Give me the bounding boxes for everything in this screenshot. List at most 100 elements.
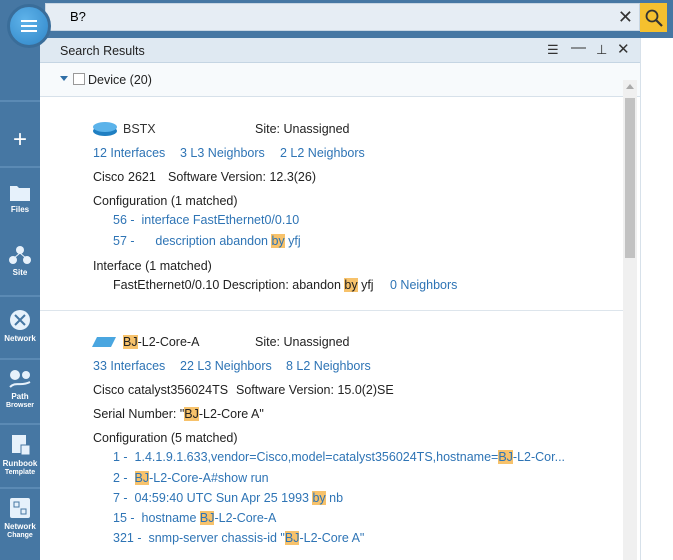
search-results-panel: Search Results ☰ — ⊥ ✕ Device (20) BSTX … (40, 38, 640, 560)
device-group-header[interactable]: Device (20) (40, 63, 640, 97)
interface-neighbors-link[interactable]: 0 Neighbors (390, 278, 457, 292)
sidebar-label: Network (4, 522, 36, 531)
line-number: 15 - (113, 511, 135, 525)
sidebar-label: Files (10, 205, 30, 214)
device-site: Site: Unassigned (255, 122, 350, 136)
search-box: ✕ (45, 3, 640, 31)
sidebar: + Files Site Network Path Browser Runboo… (0, 0, 40, 560)
switch-icon (92, 337, 116, 347)
search-input[interactable] (70, 9, 590, 24)
line-text: 04:59:40 UTC Sun Apr 25 1993 (134, 491, 313, 505)
line-number: 321 - (113, 531, 142, 545)
config-line[interactable]: 1 - 1.4.1.9.1.633,vendor=Cisco,model=cat… (113, 450, 565, 464)
close-panel-icon[interactable]: ✕ (617, 40, 630, 58)
line-number: 57 - (113, 234, 135, 248)
config-title: Configuration (5 matched) (93, 431, 238, 445)
scrollbar[interactable] (623, 80, 637, 560)
divider (0, 166, 40, 168)
config-line[interactable]: 57 - description abandon by yfj (113, 234, 301, 248)
router-icon (93, 122, 117, 136)
divider (0, 423, 40, 425)
sidebar-item-runbook-template[interactable]: Runbook Template (0, 434, 40, 477)
l3-neighbors-link[interactable]: 3 L3 Neighbors (180, 146, 265, 160)
line-number: 7 - (113, 491, 128, 505)
divider (0, 358, 40, 360)
network-change-icon (10, 498, 30, 518)
software-version: Software Version: 15.0(2)SE (236, 383, 394, 397)
highlight: BJ (123, 335, 138, 349)
panel-title: Search Results (60, 44, 145, 58)
sidebar-item-path-browser[interactable]: Path Browser (0, 369, 40, 410)
clear-search-icon[interactable]: ✕ (618, 7, 633, 28)
folder-icon (10, 186, 30, 201)
line-text: yfj (357, 278, 374, 292)
hamburger-icon (21, 25, 37, 27)
highlight: BJ (134, 471, 150, 485)
sidebar-label: Network (4, 334, 36, 343)
line-text: interface FastEthernet0/0.10 (141, 213, 300, 227)
site-icon (9, 246, 31, 264)
vendor: Cisco (93, 170, 125, 184)
config-line[interactable]: 15 - hostname BJ-L2-Core-A (113, 511, 276, 525)
path-icon (9, 370, 31, 388)
serial-text: -L2-Core A" (198, 407, 264, 421)
search-icon (645, 9, 663, 27)
panel-header: Search Results ☰ — ⊥ ✕ (40, 38, 640, 63)
config-title: Configuration (1 matched) (93, 194, 238, 208)
line-text: description abandon (155, 234, 272, 248)
software-version: Software Version: 12.3(26) (168, 170, 316, 184)
config-line[interactable]: 321 - snmp-server chassis-id "BJ-L2-Core… (113, 531, 364, 545)
l2-neighbors-link[interactable]: 2 L2 Neighbors (280, 146, 365, 160)
highlight: by (271, 234, 285, 248)
sidebar-item-network-change[interactable]: Network Change (0, 497, 40, 540)
name-text: -L2-Core-A (137, 335, 200, 349)
divider (0, 487, 40, 489)
sidebar-item-files[interactable]: Files (0, 182, 40, 214)
scroll-thumb[interactable] (625, 98, 635, 258)
l2-neighbors-link[interactable]: 8 L2 Neighbors (286, 359, 371, 373)
highlight: BJ (284, 531, 300, 545)
interface-line: FastEthernet0/0.10 Description: abandon … (113, 278, 374, 292)
network-icon (10, 310, 30, 330)
interface-title: Interface (1 matched) (93, 259, 212, 273)
line-text: FastEthernet0/0.10 Description: abandon (113, 278, 345, 292)
line-text: hostname (141, 511, 200, 525)
scroll-up-icon[interactable] (626, 84, 634, 89)
serial-text: Serial Number: " (93, 407, 185, 421)
l3-neighbors-link[interactable]: 22 L3 Neighbors (180, 359, 272, 373)
device-site: Site: Unassigned (255, 335, 350, 349)
sidebar-label: Site (12, 268, 28, 277)
sidebar-item-network[interactable]: Network (0, 309, 40, 343)
device-name[interactable]: BJ-L2-Core-A (123, 335, 199, 349)
expand-triangle-icon[interactable] (60, 76, 68, 81)
right-area (640, 38, 673, 560)
main-menu-button[interactable] (7, 4, 51, 48)
line-number: 56 - (113, 213, 135, 227)
line-text: -L2-Cor... (512, 450, 566, 464)
sidebar-item-site[interactable]: Site (0, 245, 40, 277)
add-button[interactable]: + (0, 128, 40, 152)
interfaces-link[interactable]: 33 Interfaces (93, 359, 165, 373)
search-button[interactable] (640, 3, 667, 32)
sidebar-label: Path (11, 392, 29, 401)
list-view-icon[interactable]: ☰ (547, 42, 559, 58)
model: 2621 (128, 170, 156, 184)
minimize-icon[interactable]: — (571, 39, 586, 56)
group-checkbox[interactable] (73, 73, 85, 85)
config-line[interactable]: 2 - BJ-L2-Core-A#show run (113, 471, 269, 485)
config-line[interactable]: 56 - interface FastEthernet0/0.10 (113, 213, 299, 227)
sidebar-sublabel: Browser (5, 402, 34, 409)
pin-icon[interactable]: ⊥ (596, 42, 607, 58)
line-text: -L2-Core-A (214, 511, 277, 525)
sidebar-sublabel: Template (4, 469, 36, 476)
line-text: 1.4.1.9.1.633,vendor=Cisco,model=catalys… (134, 450, 499, 464)
line-text: -L2-Core A" (299, 531, 365, 545)
config-line[interactable]: 7 - 04:59:40 UTC Sun Apr 25 1993 by nb (113, 491, 343, 505)
vendor: Cisco (93, 383, 125, 397)
serial-number: Serial Number: "BJ-L2-Core A" (93, 407, 264, 421)
line-text: yfj (284, 234, 301, 248)
result-divider (40, 310, 623, 311)
highlight: BJ (498, 450, 513, 464)
device-name[interactable]: BSTX (123, 122, 156, 136)
interfaces-link[interactable]: 12 Interfaces (93, 146, 165, 160)
